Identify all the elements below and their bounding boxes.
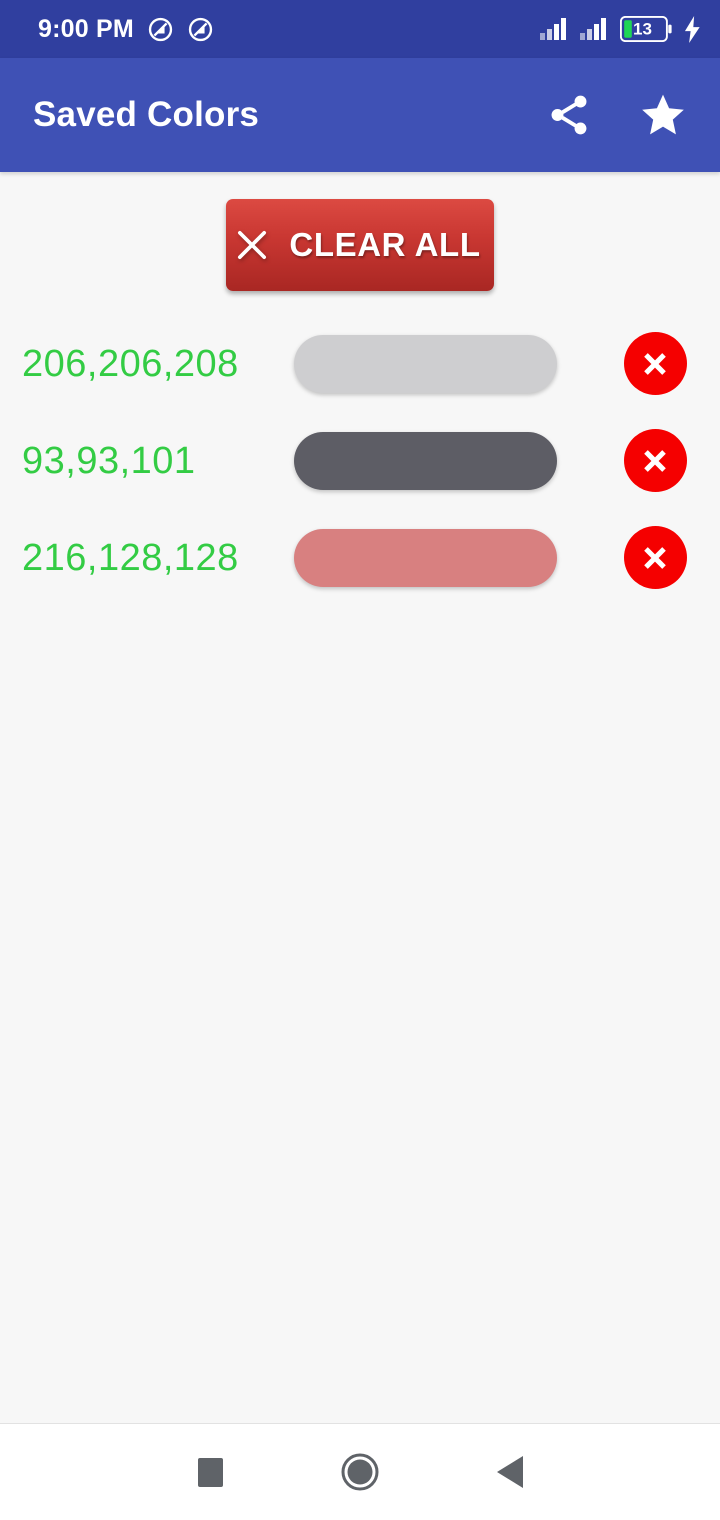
saved-colors-list: 206,206,208 93,93,101 216,128,128: [0, 315, 720, 606]
delete-cell: [604, 332, 706, 395]
close-x-icon: [636, 539, 674, 577]
table-row[interactable]: 206,206,208: [0, 315, 720, 412]
signal-bars-icon: [540, 18, 569, 40]
swatch-cell: [294, 528, 604, 587]
rgb-value-label: 206,206,208: [22, 342, 239, 385]
status-bar-right: 13: [540, 15, 702, 43]
clear-all-container: CLEAR ALL: [0, 172, 720, 291]
close-x-icon: [233, 226, 271, 264]
charging-bolt-icon: [683, 15, 702, 43]
status-bar: 9:00 PM 13: [0, 0, 720, 58]
swatch-cell: [294, 431, 604, 490]
close-x-icon: [636, 442, 674, 480]
delete-cell: [604, 429, 706, 492]
delete-color-button[interactable]: [623, 332, 687, 395]
battery-icon: 13: [620, 16, 672, 42]
recents-button[interactable]: [135, 1424, 285, 1520]
star-icon: [638, 90, 688, 140]
signal-bars-icon: [580, 18, 609, 40]
home-button[interactable]: [285, 1424, 435, 1520]
square-icon: [197, 1457, 223, 1487]
favorite-button[interactable]: [634, 86, 692, 144]
share-button[interactable]: [540, 86, 598, 144]
app-bar-actions: [540, 86, 692, 144]
clear-all-label: CLEAR ALL: [289, 226, 481, 263]
triangle-left-icon: [495, 1455, 525, 1489]
clear-all-button[interactable]: CLEAR ALL: [226, 199, 494, 291]
table-row[interactable]: 93,93,101: [0, 412, 720, 509]
color-swatch: [294, 334, 557, 393]
circle-icon: [340, 1452, 380, 1492]
do-not-disturb-icon: [147, 16, 174, 43]
page-title: Saved Colors: [33, 95, 260, 134]
delete-color-button[interactable]: [623, 526, 687, 589]
share-icon: [546, 92, 592, 138]
status-bar-left: 9:00 PM: [38, 16, 214, 43]
phone-screen: 9:00 PM 13 Saved Colors CLEAR ALL 206,20…: [0, 0, 720, 1520]
swatch-cell: [294, 334, 604, 393]
rgb-value-label: 216,128,128: [22, 536, 239, 579]
delete-cell: [604, 526, 706, 589]
main-content: CLEAR ALL 206,206,208 93,93,101 216,128,…: [0, 172, 720, 1423]
close-x-icon: [636, 345, 674, 383]
color-swatch: [294, 528, 557, 587]
battery-percent-label: 13: [633, 19, 652, 39]
color-swatch: [294, 431, 557, 490]
app-bar: Saved Colors: [0, 58, 720, 172]
table-row[interactable]: 216,128,128: [0, 509, 720, 606]
delete-color-button[interactable]: [623, 429, 687, 492]
system-nav-bar: [0, 1424, 720, 1520]
rgb-value-label: 93,93,101: [22, 439, 196, 482]
back-button[interactable]: [435, 1424, 585, 1520]
do-not-disturb-icon: [187, 16, 214, 43]
status-clock: 9:00 PM: [38, 14, 134, 43]
